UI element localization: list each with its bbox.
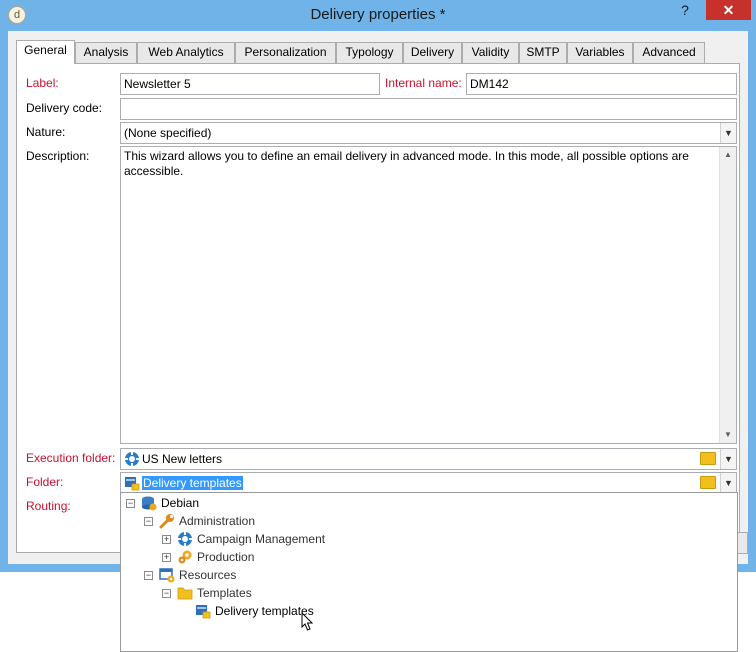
close-button[interactable]: ✕	[706, 0, 751, 20]
tree-item-campaign-management[interactable]: + Campaign Management	[121, 530, 721, 548]
label-field-label: Label:	[26, 76, 59, 90]
tab-web-analytics[interactable]: Web Analytics	[137, 42, 235, 63]
chevron-down-icon[interactable]: ▼	[720, 123, 736, 143]
wrench-icon	[159, 514, 174, 529]
folder-icon[interactable]	[700, 452, 716, 465]
tab-personalization[interactable]: Personalization	[235, 42, 336, 63]
mouse-cursor-icon	[301, 612, 314, 631]
nature-label: Nature:	[26, 125, 66, 139]
description-label: Description:	[26, 149, 90, 163]
delivery-code-input[interactable]	[120, 98, 737, 120]
tree-item-label: Resources	[179, 568, 237, 582]
scroll-down-icon[interactable]: ▼	[720, 427, 736, 443]
internal-name-label: Internal name:	[385, 76, 462, 90]
folder-tree-dropdown[interactable]: − Debian − Administration + Campaign Man…	[120, 492, 738, 652]
collapse-icon[interactable]: −	[144, 571, 153, 580]
tab-validity[interactable]: Validity	[462, 42, 519, 63]
tree-item-administration[interactable]: − Administration	[121, 512, 721, 530]
gears-icon	[178, 550, 192, 564]
delivery-code-label: Delivery code:	[26, 101, 103, 115]
folder-value: Delivery templates	[142, 476, 243, 490]
tree-item-debian[interactable]: − Debian	[121, 494, 721, 512]
tab-variables[interactable]: Variables	[567, 42, 633, 63]
chevron-down-icon[interactable]: ▼	[720, 473, 736, 493]
tab-typology[interactable]: Typology	[336, 42, 403, 63]
tab-analysis[interactable]: Analysis	[75, 42, 137, 63]
folder-label: Folder:	[26, 475, 64, 489]
help-button[interactable]: ?	[672, 0, 698, 20]
description-text: This wizard allows you to define an emai…	[124, 149, 689, 178]
nature-value: (None specified)	[124, 126, 212, 140]
internal-name-input[interactable]: DM142	[466, 73, 737, 95]
execution-folder-value: US New letters	[142, 452, 223, 466]
general-panel: Label: Newsletter 5 Internal name: DM142…	[16, 63, 740, 553]
tree-item-label: Templates	[197, 586, 252, 600]
description-textarea[interactable]: This wizard allows you to define an emai…	[120, 146, 737, 444]
tab-general[interactable]: General	[16, 40, 75, 64]
description-scrollbar[interactable]: ▲ ▼	[719, 147, 736, 443]
database-icon	[142, 496, 157, 511]
label-input[interactable]: Newsletter 5	[120, 73, 380, 95]
routing-label: Routing:	[26, 499, 71, 513]
folder-icon	[177, 587, 193, 600]
collapse-icon[interactable]: −	[162, 589, 171, 598]
tree-item-production[interactable]: + Production	[121, 548, 721, 566]
tree-item-resources[interactable]: − Resources	[121, 566, 721, 584]
execution-folder-label: Execution folder:	[26, 451, 116, 465]
execution-folder-select[interactable]: US New letters ▼	[120, 448, 737, 470]
chevron-down-icon[interactable]: ▼	[720, 449, 736, 469]
tree-item-label: Production	[197, 550, 255, 564]
campaign-icon	[124, 451, 140, 467]
tab-advanced[interactable]: Advanced	[633, 42, 705, 63]
window-title: Delivery properties *	[310, 6, 446, 23]
title-bar[interactable]: d Delivery properties * ? ✕	[0, 0, 756, 31]
tab-smtp[interactable]: SMTP	[519, 42, 567, 63]
delivery-templates-icon	[196, 605, 211, 619]
resources-icon	[159, 568, 175, 583]
campaign-icon	[177, 531, 193, 547]
tree-item-label: Campaign Management	[197, 532, 326, 546]
tree-item-label: Administration	[179, 514, 256, 528]
expand-icon[interactable]: +	[162, 553, 171, 562]
scroll-up-icon[interactable]: ▲	[720, 147, 736, 163]
folder-select[interactable]: Delivery templates ▼	[120, 472, 737, 494]
tree-item-label: Delivery templates	[215, 604, 314, 618]
tree-item-delivery-templates[interactable]: Delivery templates	[121, 602, 721, 620]
folder-icon[interactable]	[700, 476, 716, 489]
tab-delivery[interactable]: Delivery	[403, 42, 462, 63]
collapse-icon[interactable]: −	[126, 499, 135, 508]
collapse-icon[interactable]: −	[144, 517, 153, 526]
nature-select[interactable]: (None specified) ▼	[120, 122, 737, 144]
tree-item-label: Debian	[161, 496, 200, 510]
delivery-templates-icon	[125, 477, 140, 491]
expand-icon[interactable]: +	[162, 535, 171, 544]
dialog-client: General Analysis Web Analytics Personali…	[8, 31, 748, 564]
dialog-window: d Delivery properties * ? ✕ General Anal…	[0, 0, 756, 572]
tree-item-templates[interactable]: − Templates	[121, 584, 721, 602]
